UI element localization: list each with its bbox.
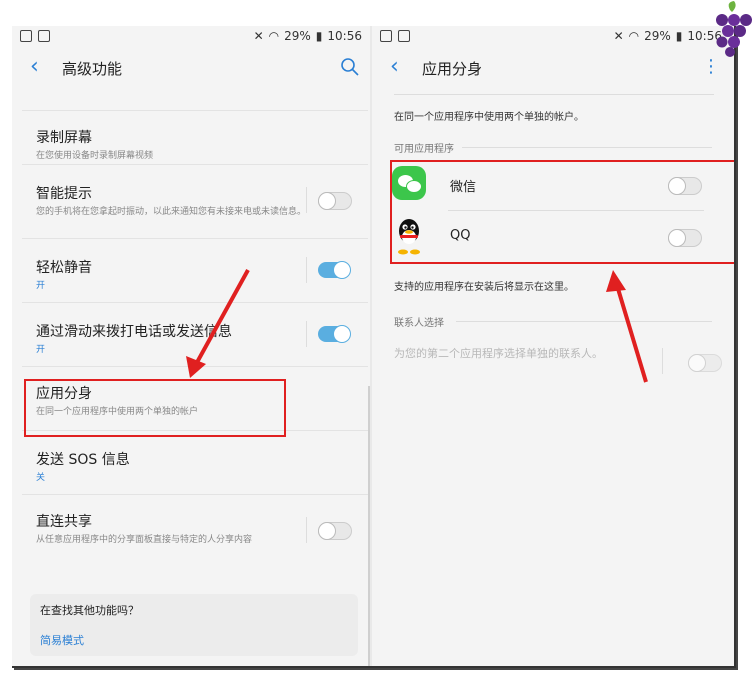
arrow-right-head: [606, 270, 626, 292]
annotation-arrows: [186, 269, 648, 383]
arrow-left: [193, 269, 250, 367]
arrow-right: [614, 281, 648, 383]
grape-logo: [716, 1, 752, 57]
arrow-left-head: [186, 356, 206, 378]
